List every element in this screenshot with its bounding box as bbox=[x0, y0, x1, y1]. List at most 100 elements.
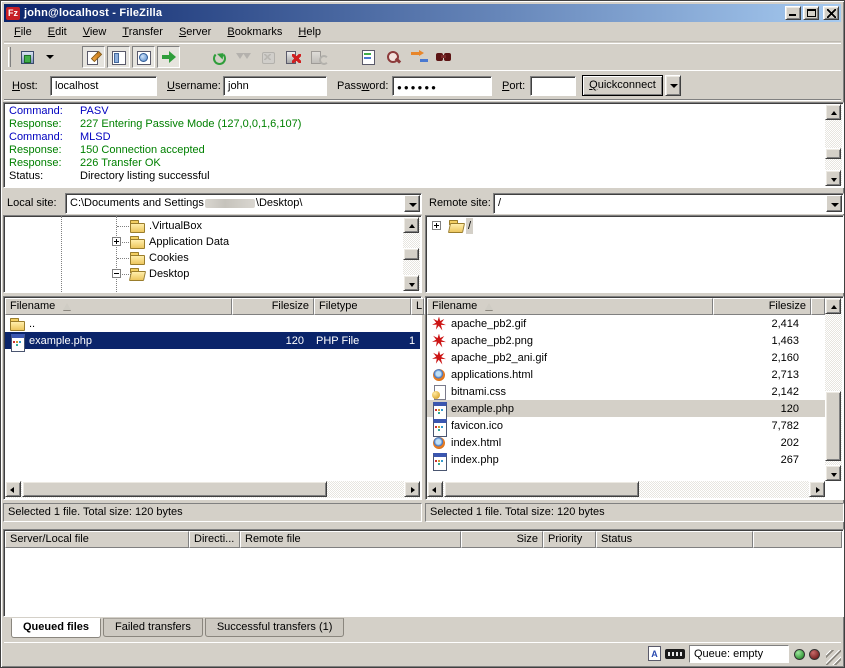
scroll-down-button[interactable] bbox=[403, 275, 419, 291]
remote-hscrollbar[interactable] bbox=[427, 481, 825, 498]
file-row[interactable]: favicon.ico 7,782 bbox=[427, 417, 825, 434]
scroll-down-button[interactable] bbox=[825, 170, 841, 186]
remote-site-combo[interactable]: / bbox=[493, 193, 844, 214]
scroll-right-button[interactable] bbox=[809, 481, 825, 497]
file-row[interactable]: apache_pb2.png 1,463 bbox=[427, 332, 825, 349]
tree-item[interactable]: Application Data bbox=[5, 234, 420, 250]
column-header[interactable]: Filename bbox=[427, 298, 713, 315]
chevron-down-icon[interactable] bbox=[826, 195, 842, 212]
tree-item[interactable]: / bbox=[427, 218, 842, 234]
toolbar-button[interactable] bbox=[432, 46, 455, 68]
toolbar-button[interactable] bbox=[16, 46, 39, 68]
toolbar-button[interactable] bbox=[157, 46, 180, 68]
tree-item-label[interactable]: Application Data bbox=[147, 234, 231, 250]
toolbar-button[interactable] bbox=[107, 46, 130, 68]
toolbar-button[interactable] bbox=[357, 46, 380, 68]
scroll-thumb[interactable] bbox=[444, 481, 639, 497]
menu-item[interactable]: Help bbox=[290, 24, 329, 40]
queue-tab[interactable]: Queued files bbox=[11, 618, 101, 638]
port-input[interactable] bbox=[530, 76, 576, 96]
toolbar-button[interactable] bbox=[407, 46, 430, 68]
scroll-up-button[interactable] bbox=[825, 298, 841, 314]
column-header[interactable]: Directi... bbox=[189, 531, 240, 548]
scroll-up-button[interactable] bbox=[825, 104, 841, 120]
file-row[interactable]: .. bbox=[5, 315, 420, 332]
resize-grip[interactable] bbox=[826, 650, 841, 665]
column-header[interactable]: Status bbox=[596, 531, 753, 548]
tree-expander-icon[interactable] bbox=[112, 237, 121, 246]
local-site-combo[interactable]: C:\Documents and Settings\Desktop\ bbox=[65, 193, 422, 214]
local-tree-scrollbar[interactable] bbox=[403, 217, 420, 291]
scroll-up-button[interactable] bbox=[403, 217, 419, 233]
toolbar-button[interactable] bbox=[82, 46, 105, 68]
column-header[interactable]: Filesize bbox=[232, 298, 314, 315]
username-input[interactable]: john bbox=[223, 76, 327, 96]
queue-tab[interactable]: Failed transfers bbox=[103, 618, 203, 637]
scroll-thumb[interactable] bbox=[403, 248, 419, 260]
toolbar-button[interactable] bbox=[57, 46, 80, 68]
local-hscrollbar[interactable] bbox=[5, 481, 420, 498]
tree-expander-icon[interactable] bbox=[112, 269, 121, 278]
scroll-down-button[interactable] bbox=[825, 465, 841, 481]
scroll-thumb[interactable] bbox=[825, 391, 841, 461]
menu-item[interactable]: Bookmarks bbox=[219, 24, 290, 40]
tree-item[interactable]: .VirtualBox bbox=[5, 218, 420, 234]
column-header[interactable]: Filename bbox=[5, 298, 232, 315]
quickconnect-button[interactable]: Quickconnect bbox=[582, 75, 663, 96]
column-header[interactable]: Filesize bbox=[713, 298, 811, 315]
column-header[interactable]: Filetype bbox=[314, 298, 411, 315]
menu-item[interactable]: Edit bbox=[40, 24, 75, 40]
scroll-thumb[interactable] bbox=[22, 481, 327, 497]
tree-item-label[interactable]: .VirtualBox bbox=[147, 218, 204, 234]
file-row[interactable]: example.php 120 PHP File 1 bbox=[5, 332, 420, 349]
close-button[interactable] bbox=[823, 6, 839, 20]
menu-item[interactable]: Server bbox=[171, 24, 219, 40]
host-input[interactable]: localhost bbox=[50, 76, 157, 96]
toolbar-button[interactable] bbox=[257, 46, 280, 68]
column-header[interactable]: Size bbox=[461, 531, 543, 548]
password-input[interactable]: ●●●●●● bbox=[392, 76, 492, 96]
menu-item[interactable]: Transfer bbox=[114, 24, 171, 40]
file-row[interactable]: bitnami.css 2,142 bbox=[427, 383, 825, 400]
toolbar-button[interactable] bbox=[232, 46, 255, 68]
toolbar-button[interactable] bbox=[307, 46, 330, 68]
toolbar-button[interactable] bbox=[207, 46, 230, 68]
maximize-button[interactable] bbox=[803, 6, 819, 20]
file-row[interactable]: apache_pb2.gif 2,414 bbox=[427, 315, 825, 332]
toolbar-button[interactable] bbox=[41, 46, 55, 68]
file-row[interactable]: applications.html 2,713 bbox=[427, 366, 825, 383]
remote-vscrollbar[interactable] bbox=[825, 298, 842, 481]
ascii-transfer-type-icon[interactable]: A bbox=[648, 646, 661, 661]
toolbar-button[interactable] bbox=[132, 46, 155, 68]
queue-tab[interactable]: Successful transfers (1) bbox=[205, 618, 345, 637]
tree-item-label[interactable]: Cookies bbox=[147, 250, 191, 266]
tree-item-label[interactable]: Desktop bbox=[147, 266, 191, 282]
minimize-button[interactable] bbox=[785, 6, 801, 20]
tree-item[interactable]: Cookies bbox=[5, 250, 420, 266]
chevron-down-icon[interactable] bbox=[404, 195, 420, 212]
tree-item[interactable]: Desktop bbox=[5, 266, 420, 282]
file-row[interactable]: example.php 120 bbox=[427, 400, 825, 417]
menu-item[interactable]: File bbox=[6, 24, 40, 40]
scroll-thumb[interactable] bbox=[825, 148, 841, 159]
log-scrollbar[interactable] bbox=[825, 104, 842, 186]
quickconnect-dropdown-button[interactable] bbox=[665, 75, 681, 96]
file-row[interactable]: index.html 202 bbox=[427, 434, 825, 451]
column-header[interactable]: Server/Local file bbox=[5, 531, 189, 548]
column-header[interactable]: Remote file bbox=[240, 531, 461, 548]
file-row[interactable]: apache_pb2_ani.gif 2,160 bbox=[427, 349, 825, 366]
scroll-right-button[interactable] bbox=[404, 481, 420, 497]
indicator-badge-icon[interactable] bbox=[665, 649, 685, 659]
toolbar-button[interactable] bbox=[282, 46, 305, 68]
tree-item-label[interactable]: / bbox=[466, 218, 473, 234]
menu-item[interactable]: View bbox=[75, 24, 115, 40]
toolbar-button[interactable] bbox=[182, 46, 205, 68]
tree-expander-icon[interactable] bbox=[432, 221, 441, 230]
column-header[interactable]: L bbox=[411, 298, 424, 315]
column-header[interactable]: Priority bbox=[543, 531, 596, 548]
scroll-left-button[interactable] bbox=[5, 481, 21, 497]
file-row[interactable]: index.php 267 bbox=[427, 451, 825, 468]
toolbar-button[interactable] bbox=[382, 46, 405, 68]
scroll-left-button[interactable] bbox=[427, 481, 443, 497]
toolbar-button[interactable] bbox=[332, 46, 355, 68]
